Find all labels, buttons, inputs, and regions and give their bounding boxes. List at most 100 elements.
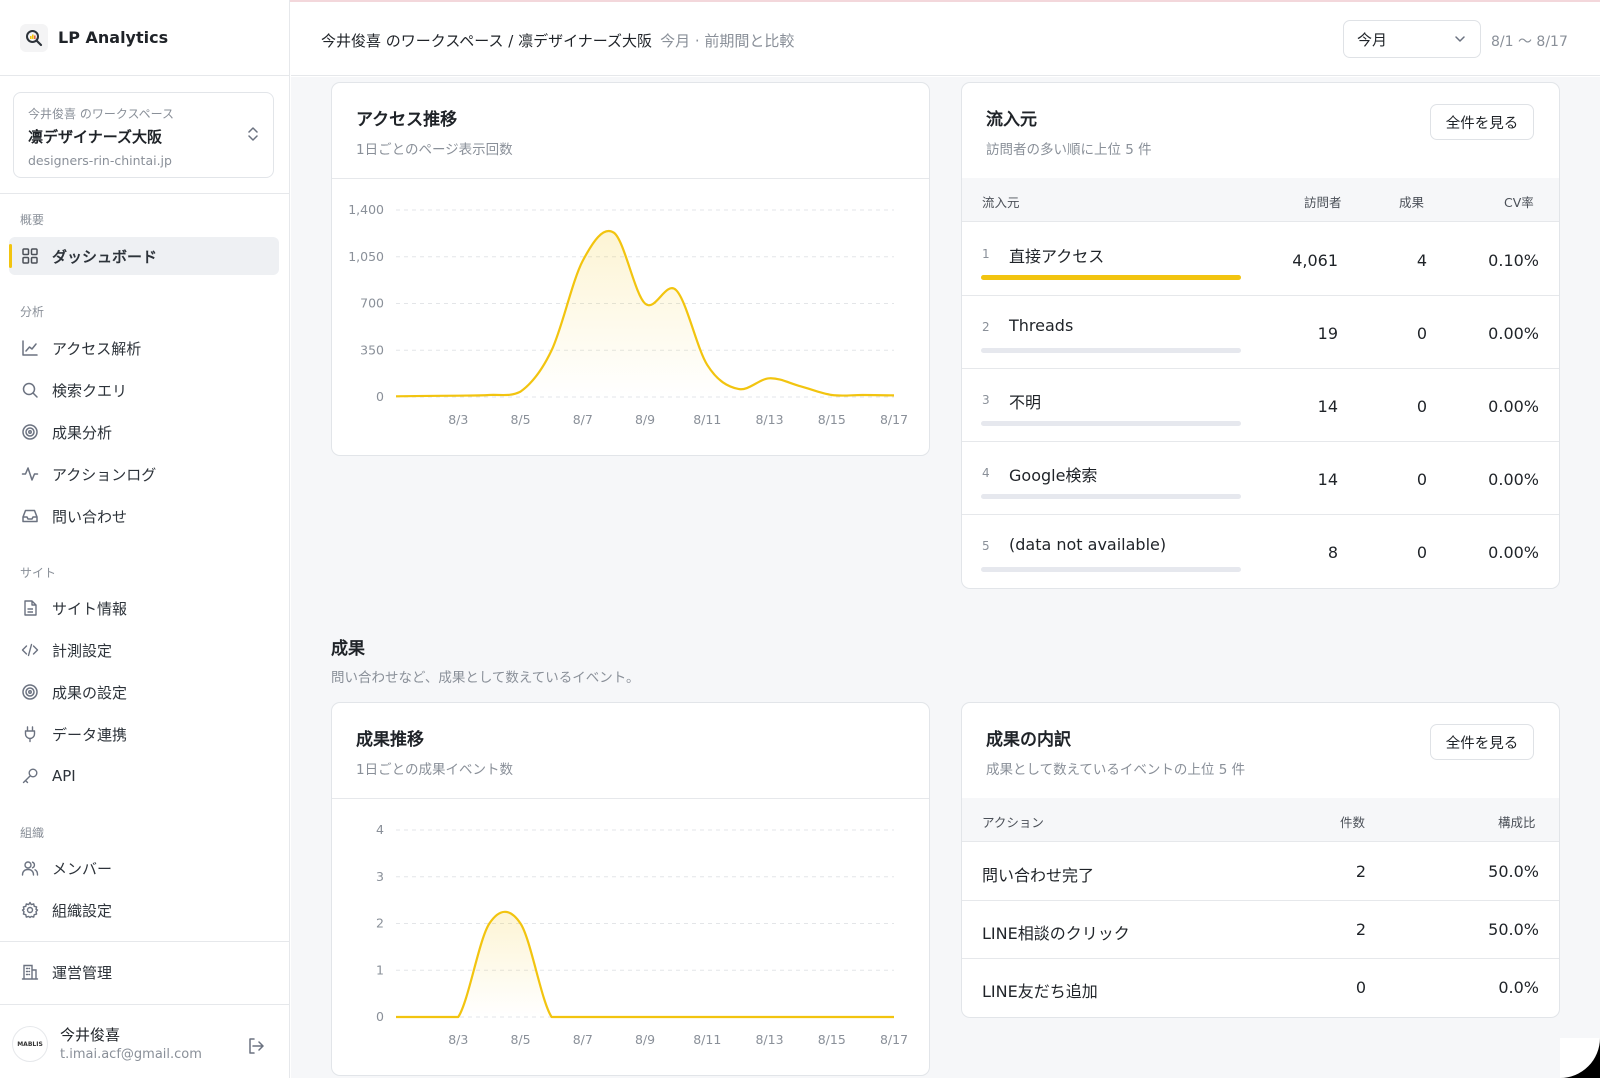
share-bar: [981, 494, 1241, 499]
sidebar-item-label: サイト情報: [52, 599, 128, 618]
sidebar-item-integration[interactable]: データ連携: [9, 715, 279, 753]
column-header-action[interactable]: アクション: [982, 812, 1044, 831]
workspace-name: 凛デザイナーズ大阪: [28, 128, 162, 146]
compare-label: 今月 · 前期間と比較: [660, 32, 795, 50]
app-name: LP Analytics: [58, 28, 169, 47]
column-header-conversions[interactable]: 成果: [1399, 192, 1424, 211]
user-account: MABLIS 今井俊喜 t.imai.acf@gmail.com: [0, 1006, 290, 1078]
table-row[interactable]: 3 不明 14 0 0.00%: [962, 369, 1559, 442]
x-tick-label: 8/5: [510, 412, 530, 427]
count-value: 2: [1355, 862, 1366, 881]
count-value: 2: [1355, 920, 1366, 939]
logout-icon[interactable]: [246, 1036, 266, 1060]
visitors-value: 4,061: [1292, 251, 1338, 270]
source-name: Threads: [1009, 316, 1074, 335]
card-subtitle: 1日ごとの成果イベント数: [356, 762, 513, 778]
x-tick-label: 8/15: [818, 1032, 846, 1047]
y-tick-label: 0: [376, 389, 384, 404]
card-subtitle: 成果として数えているイベントの上位 5 件: [986, 762, 1246, 778]
sidebar-item-dashboard[interactable]: ダッシュボード: [9, 237, 279, 275]
card-subtitle: 1日ごとのページ表示回数: [356, 142, 513, 158]
action-name: LINE相談のクリック: [982, 924, 1130, 943]
nav-section-analysis: 分析: [20, 305, 45, 319]
source-name: Google検索: [1009, 466, 1098, 485]
sidebar-item-label: アクセス解析: [52, 339, 142, 358]
sidebar-item-search[interactable]: 検索クエリ: [9, 371, 279, 409]
card-title: アクセス推移: [356, 110, 458, 130]
access-trend-card: アクセス推移 1日ごとのページ表示回数 0 350 700 1,050 1,400 8/3…: [331, 82, 930, 456]
sidebar-item-label: メンバー: [52, 859, 113, 878]
sidebar-item-members[interactable]: メンバー: [9, 849, 279, 887]
series-area: [396, 911, 894, 1017]
sidebar-item-admin[interactable]: 運営管理: [9, 953, 279, 991]
x-tick-label: 8/11: [693, 1032, 721, 1047]
visitors-value: 14: [1317, 397, 1338, 416]
user-email: t.imai.acf@gmail.com: [60, 1047, 202, 1062]
column-header-visitors[interactable]: 訪問者: [1304, 192, 1342, 211]
workspace-switcher[interactable]: 今井俊喜 のワークスペース 凛デザイナーズ大阪 designers-rin-ch…: [13, 92, 274, 178]
conversions-value: 0: [1416, 324, 1427, 343]
cvr-value: 0.00%: [1488, 543, 1539, 562]
view-all-breakdown-button[interactable]: 全件を見る: [1430, 724, 1534, 760]
conversion-trend-card: 成果推移 1日ごとの成果イベント数 0 1 2 3 4 8/3 8/5 8/7 8/9 8/11 8…: [331, 702, 930, 1076]
y-tick-label: 700: [360, 296, 384, 311]
cvr-value: 0.00%: [1488, 470, 1539, 489]
count-value: 0: [1355, 978, 1366, 997]
nav-section-org: 組織: [20, 826, 45, 840]
y-tick-label: 3: [376, 869, 384, 884]
section-title: 成果: [331, 639, 365, 659]
period-select[interactable]: 今月: [1343, 20, 1481, 58]
search-icon: [21, 381, 39, 399]
y-tick-label: 1,400: [348, 202, 384, 217]
sidebar-item-orgsettings[interactable]: 組織設定: [9, 891, 279, 929]
conversions-value: 0: [1416, 470, 1427, 489]
sidebar-item-inquiry[interactable]: 問い合わせ: [9, 497, 279, 535]
sidebar-item-siteinfo[interactable]: サイト情報: [9, 589, 279, 627]
nav-section-overview: 概要: [20, 213, 45, 227]
table-row[interactable]: 5 (data not available) 8 0 0.00%: [962, 515, 1559, 588]
inbox-icon: [21, 507, 39, 525]
sidebar-item-label: 計測設定: [52, 641, 113, 660]
sidebar-item-label: 組織設定: [52, 901, 113, 920]
sidebar-item-tracking[interactable]: 計測設定: [9, 631, 279, 669]
target-icon: [21, 423, 39, 441]
sidebar-item-goals[interactable]: 成果の設定: [9, 673, 279, 711]
column-header-cvr[interactable]: CV率: [1504, 192, 1534, 211]
y-tick-label: 350: [360, 342, 384, 357]
sidebar: LP Analytics 今井俊喜 のワークスペース 凛デザイナーズ大阪 des…: [0, 0, 290, 1078]
sidebar-divider: [0, 1004, 290, 1005]
users-icon: [21, 859, 39, 877]
column-header-ratio[interactable]: 構成比: [1498, 812, 1536, 831]
brand[interactable]: LP Analytics: [0, 0, 289, 76]
sidebar-divider: [0, 941, 290, 942]
table-row[interactable]: 2 Threads 19 0 0.00%: [962, 296, 1559, 369]
workspace-label: 今井俊喜 のワークスペース: [28, 107, 175, 121]
avatar[interactable]: MABLIS: [12, 1026, 48, 1062]
x-tick-label: 8/11: [693, 412, 721, 427]
key-icon: [21, 767, 39, 785]
y-tick-label: 0: [376, 1009, 384, 1024]
source-name: (data not available): [1009, 535, 1167, 554]
column-header-source[interactable]: 流入元: [982, 192, 1020, 211]
gear-icon: [21, 901, 39, 919]
table-row[interactable]: 問い合わせ完了 2 50.0%: [962, 843, 1559, 901]
y-tick-label: 2: [376, 916, 384, 931]
visitors-value: 8: [1327, 543, 1338, 562]
table-header: 流入元 訪問者 成果 CV率: [962, 178, 1559, 222]
sidebar-item-actionlog[interactable]: アクションログ: [9, 455, 279, 493]
table-row[interactable]: 4 Google検索 14 0 0.00%: [962, 442, 1559, 515]
view-all-sources-button[interactable]: 全件を見る: [1430, 104, 1534, 140]
traffic-sources-card: 流入元 訪問者の多い順に上位 5 件 全件を見る 流入元 訪問者 成果 CV率 …: [961, 82, 1560, 589]
table-row[interactable]: LINE相談のクリック 2 50.0%: [962, 901, 1559, 959]
column-header-count[interactable]: 件数: [1340, 812, 1365, 831]
sidebar-item-access[interactable]: アクセス解析: [9, 329, 279, 367]
table-row[interactable]: LINE友だち追加 0 0.0%: [962, 959, 1559, 1017]
table-row[interactable]: 1 直接アクセス 4,061 4 0.10%: [962, 223, 1559, 296]
target-icon: [21, 683, 39, 701]
action-name: 問い合わせ完了: [982, 866, 1095, 885]
visitors-value: 14: [1317, 470, 1338, 489]
sidebar-item-api[interactable]: API: [9, 757, 279, 795]
chevron-down-icon: [1452, 31, 1468, 51]
sidebar-item-label: ダッシュボード: [52, 247, 158, 266]
sidebar-item-conversion[interactable]: 成果分析: [9, 413, 279, 451]
